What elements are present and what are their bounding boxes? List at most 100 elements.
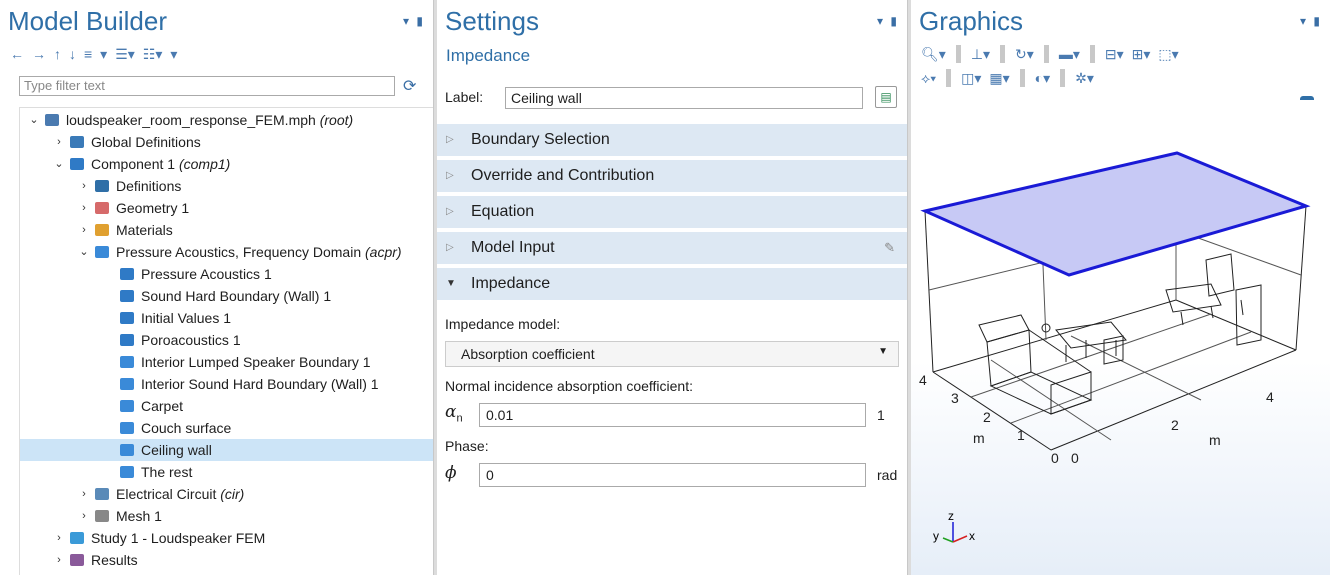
tree-item-label: Study 1 - Loudspeaker FEM <box>91 530 266 546</box>
zoom-icon[interactable]: 🔍︎▾ <box>919 46 948 63</box>
tree-item-label: Electrical Circuit (cir) <box>116 486 245 502</box>
tree-item[interactable]: Ceiling wall <box>20 439 433 461</box>
tree-item[interactable]: Sound Hard Boundary (Wall) 1 <box>20 285 433 307</box>
phi-input[interactable]: 0 <box>479 463 866 487</box>
move-up-icon[interactable]: ↑ <box>52 46 63 62</box>
tree-item[interactable]: Carpet <box>20 395 433 417</box>
select-mode-icon[interactable]: ▬▾ <box>1057 46 1082 63</box>
tree-item[interactable]: › Geometry 1 <box>20 197 433 219</box>
impedance-model-select[interactable]: Absorption coefficient ▼ <box>445 341 899 367</box>
expand-arrow-icon: ▷ <box>446 170 454 181</box>
x-tick-label: 4 <box>1266 389 1274 405</box>
tree-item[interactable]: Poroacoustics 1 <box>20 329 433 351</box>
scene-icon[interactable]: ⊞▾ <box>1130 46 1153 63</box>
chevron-right-icon[interactable]: › <box>53 549 65 571</box>
tree-item[interactable]: › Mesh 1 <box>20 505 433 527</box>
chevron-down-icon: ▼ <box>878 346 888 357</box>
node-icon <box>45 114 59 126</box>
chevron-right-icon[interactable]: › <box>78 483 90 505</box>
chevron-right-icon[interactable]: › <box>53 527 65 549</box>
chevron-down-icon[interactable]: ⌄ <box>28 109 40 131</box>
rotate-icon[interactable]: ↻▾ <box>1013 46 1036 63</box>
section-equation[interactable]: ▷ Equation <box>437 196 907 228</box>
edit-icon[interactable]: ✎ <box>884 232 895 264</box>
settings-pin-icon[interactable]: ▾ ▮ <box>877 14 899 28</box>
selection-box-icon[interactable]: ⬚▾ <box>1156 46 1180 63</box>
alpha-input[interactable]: 0.01 <box>479 403 866 427</box>
tree-item[interactable]: Interior Lumped Speaker Boundary 1 <box>20 351 433 373</box>
expand-icon[interactable]: ☰▾ <box>113 46 137 63</box>
node-icon <box>120 466 134 478</box>
forward-icon[interactable]: → <box>30 46 48 62</box>
tree-item-label: Pressure Acoustics, Frequency Domain (ac… <box>116 244 402 260</box>
x-axis-label: x <box>969 529 975 543</box>
chevron-right-icon[interactable]: › <box>78 219 90 241</box>
tree-item[interactable]: Interior Sound Hard Boundary (Wall) 1 <box>20 373 433 395</box>
camera-icon[interactable]: ✲▾ <box>1073 70 1096 87</box>
back-icon[interactable]: ← <box>8 46 26 62</box>
tree-item[interactable]: Couch surface <box>20 417 433 439</box>
chevron-right-icon[interactable]: › <box>78 175 90 197</box>
tree-item-label: loudspeaker_room_response_FEM.mph (root) <box>66 112 354 128</box>
tree-item-label: Initial Values 1 <box>141 310 232 326</box>
tree-item[interactable]: ⌄ Component 1 (comp1) <box>20 153 433 175</box>
grid-icon[interactable]: ▦▾ <box>987 70 1011 87</box>
section-boundary-selection[interactable]: ▷ Boundary Selection <box>437 124 907 156</box>
label-input[interactable]: Ceiling wall <box>505 87 863 109</box>
absorption-label: Normal incidence absorption coefficient: <box>445 378 693 394</box>
graphics-canvas[interactable]: 4 3 2 1 m 0 0 2 m 4 z x y <box>911 100 1330 575</box>
graphics-pin-icon[interactable]: ▾ ▮ <box>1300 14 1322 28</box>
tree-item[interactable]: › Electrical Circuit (cir) <box>20 483 433 505</box>
tree-item[interactable]: › Results <box>20 549 433 571</box>
tree-item-label: Results <box>91 552 138 568</box>
tree-item[interactable]: ⌄ loudspeaker_room_response_FEM.mph (root… <box>20 109 433 131</box>
section-impedance[interactable]: ▼ Impedance <box>437 268 907 300</box>
wireframe-icon[interactable]: ◫▾ <box>959 70 983 87</box>
y-axis-line <box>942 537 954 543</box>
sort-icon[interactable]: ▾ <box>98 46 109 63</box>
view-axis-icon[interactable]: ⊥▾ <box>969 46 992 63</box>
chevron-right-icon[interactable]: › <box>78 197 90 219</box>
graphics-toolbar-row1: 🔍︎▾ ⊥▾ ↻▾ ▬▾ ⊟▾ ⊞▾ ⬚▾ <box>919 42 1181 66</box>
filter-input[interactable]: Type filter text <box>19 76 395 96</box>
tree-item[interactable]: ⌄ Pressure Acoustics, Frequency Domain (a… <box>20 241 433 263</box>
node-icon <box>95 180 109 192</box>
lighting-icon[interactable]: ◐▾ <box>1033 70 1052 87</box>
chevron-down-icon[interactable]: ⌄ <box>78 241 90 263</box>
collapse-icon[interactable]: ☷▾ <box>141 46 165 63</box>
chevron-right-icon[interactable]: › <box>78 505 90 527</box>
tree-item-label: Mesh 1 <box>116 508 162 524</box>
node-icon <box>120 422 134 434</box>
node-icon <box>95 224 109 236</box>
model-builder-panel: Model Builder ▾ ▮ ← → ↑ ↓ ≡ ▾ ☰▾ ☷▾ ▾ Ty… <box>0 0 434 575</box>
chevron-right-icon[interactable]: › <box>53 131 65 153</box>
expand-arrow-icon: ▷ <box>446 134 454 145</box>
tree-item[interactable]: › Global Definitions <box>20 131 433 153</box>
phi-symbol: ϕ <box>445 463 457 483</box>
tree-item[interactable]: › Materials <box>20 219 433 241</box>
y-tick-label: 3 <box>951 390 959 406</box>
tree-item[interactable]: › Definitions <box>20 175 433 197</box>
label-caption: Label: <box>445 89 484 105</box>
refresh-icon[interactable]: ⟳ <box>403 76 416 96</box>
section-override-contribution[interactable]: ▷ Override and Contribution <box>437 160 907 192</box>
node-icon <box>120 378 134 390</box>
collapse-arrow-icon: ▼ <box>446 278 456 289</box>
y-tick-label: 0 <box>1051 450 1059 466</box>
filter-icon[interactable]: ▾ <box>168 46 179 63</box>
tree-item[interactable]: › Study 1 - Loudspeaker FEM <box>20 527 433 549</box>
panel-pin-icon[interactable]: ▾ ▮ <box>403 14 425 28</box>
label-edit-icon[interactable]: ▤ <box>875 86 897 108</box>
alpha-unit: 1 <box>877 407 885 423</box>
tree-item[interactable]: The rest <box>20 461 433 483</box>
tree-item[interactable]: Pressure Acoustics 1 <box>20 263 433 285</box>
show-icon[interactable]: ≡ <box>82 46 94 62</box>
tree-item-label: Global Definitions <box>91 134 201 150</box>
transparency-icon[interactable]: ⟡▾ <box>919 70 938 87</box>
section-model-input[interactable]: ▷ Model Input ✎ <box>437 232 907 264</box>
chevron-down-icon[interactable]: ⌄ <box>53 153 65 175</box>
node-icon <box>95 488 109 500</box>
render-icon[interactable]: ⊟▾ <box>1103 46 1126 63</box>
tree-item[interactable]: Initial Values 1 <box>20 307 433 329</box>
move-down-icon[interactable]: ↓ <box>67 46 78 62</box>
